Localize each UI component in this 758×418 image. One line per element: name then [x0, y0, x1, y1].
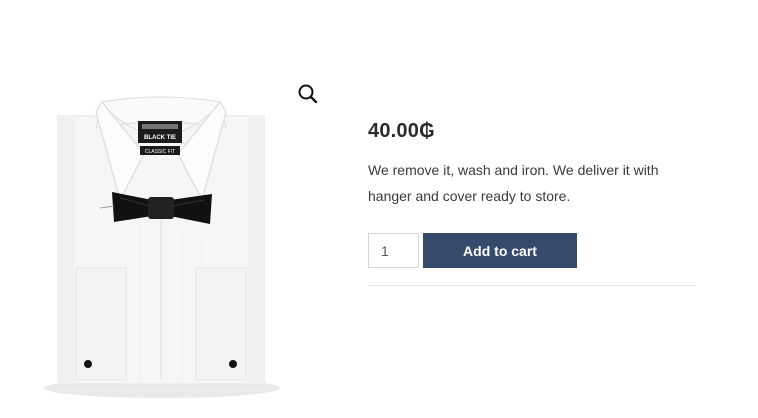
add-to-cart-button[interactable]: Add to cart [423, 233, 577, 268]
svg-text:CLASSIC FIT: CLASSIC FIT [145, 149, 175, 155]
product-description: We remove it, wash and iron. We deliver … [368, 162, 659, 204]
price-amount: 40.00 [368, 120, 420, 142]
product-page: BLACK TIE CLASSIC FIT 40.00 ₲ We remove i… [0, 0, 758, 418]
quantity-input[interactable] [368, 233, 419, 268]
svg-text:BLACK TIE: BLACK TIE [144, 135, 176, 141]
product-price: 40.00 ₲ [368, 120, 696, 143]
magnifier-icon [298, 84, 318, 104]
product-summary: 40.00 ₲ We remove it, wash and iron. We d… [368, 112, 696, 286]
currency-symbol: ₲ [419, 120, 435, 142]
shirt-image: BLACK TIE CLASSIC FIT [44, 96, 280, 398]
add-to-cart-form: Add to cart [368, 233, 696, 268]
product-image[interactable]: BLACK TIE CLASSIC FIT [40, 88, 285, 408]
divider [368, 285, 696, 286]
zoom-button[interactable] [296, 82, 320, 106]
